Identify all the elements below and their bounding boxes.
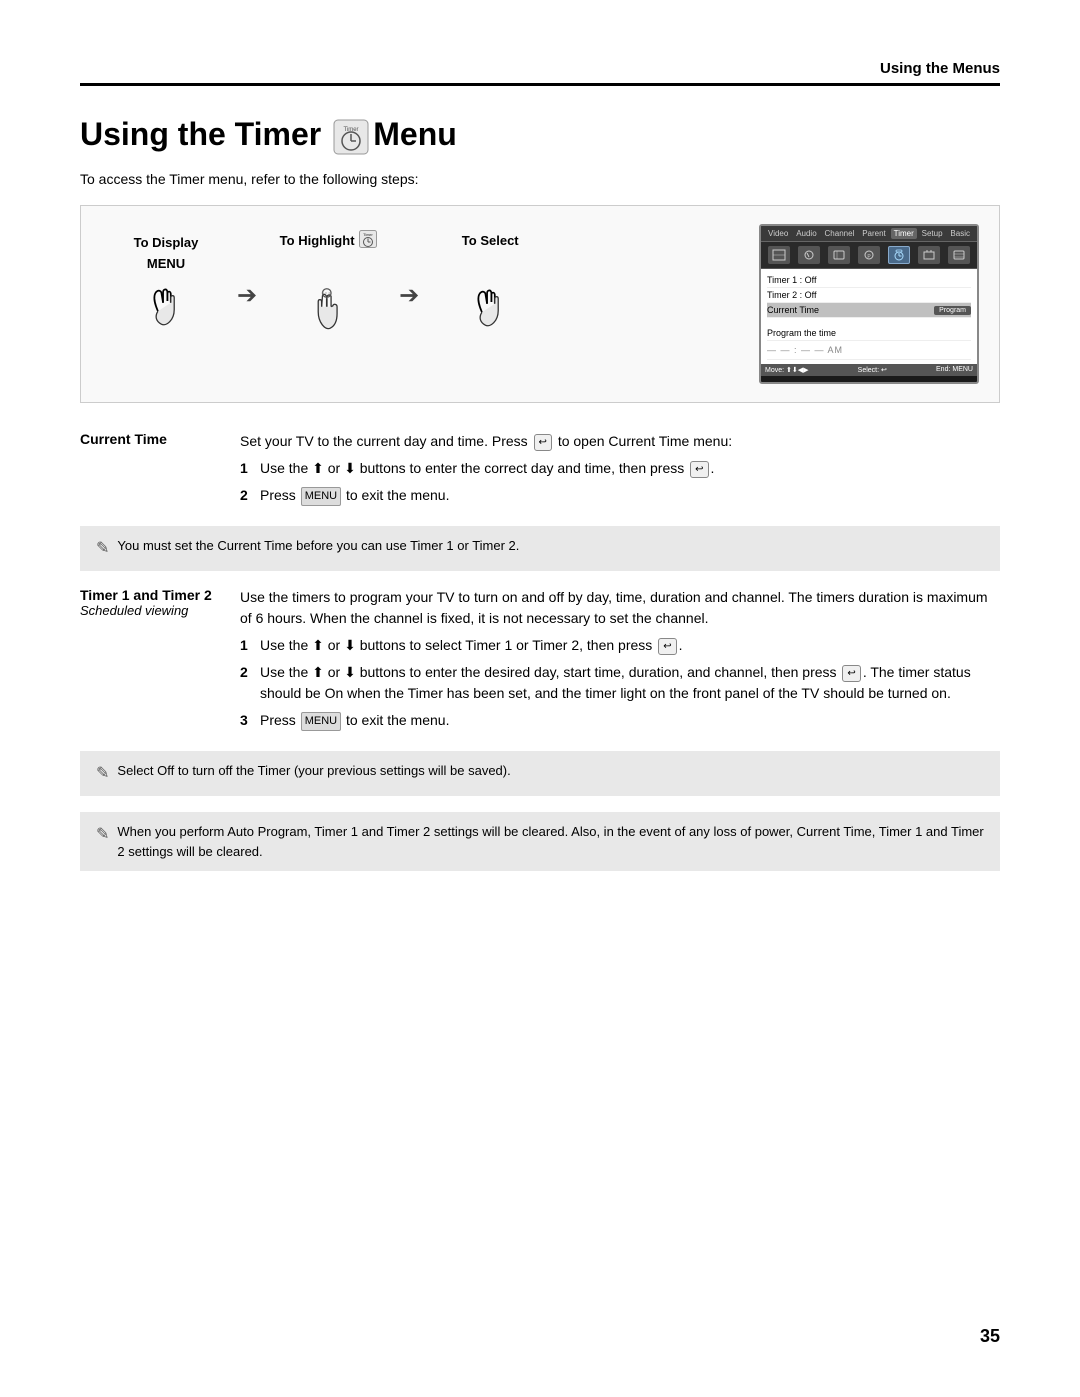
timer-body-text: Use the timers to program your TV to tur… [240, 587, 1000, 629]
note-box-1: ✎ You must set the Current Time before y… [80, 526, 1000, 571]
timer-section: Timer 1 and Timer 2 Scheduled viewing Us… [80, 587, 1000, 737]
tv-program-time-row: Program the time [767, 326, 971, 341]
timer-body: Use the timers to program your TV to tur… [240, 587, 1000, 737]
note3-icon: ✎ [96, 823, 109, 847]
tv-icon1 [768, 246, 790, 264]
tv-timer2-row: Timer 2 : Off [767, 288, 971, 303]
page-title-prefix: Using the Timer [80, 116, 321, 153]
note2-text: Select Off to turn off the Timer (your p… [117, 761, 510, 781]
tv-icon7 [948, 246, 970, 264]
note1-icon: ✎ [96, 537, 109, 561]
steps-box: To Display MENU ➔ To High [80, 205, 1000, 403]
tv-menu-bar: Video Audio Channel Parent Timer Setup B… [761, 226, 977, 242]
step2-label-row: To Highlight Timer [280, 230, 377, 251]
step2-label: To Highlight [280, 233, 355, 248]
menu-key1: MENU [301, 487, 341, 506]
timer-step3: 3 Press MENU to exit the menu. [240, 710, 1000, 731]
menu-label: MENU [147, 256, 185, 271]
tv-time-dashes: — — : — — AM [767, 345, 843, 355]
tv-menu-audio: Audio [793, 228, 819, 239]
tv-nav-select: Select: ↩ [858, 366, 887, 374]
enter-key3: ↩ [842, 665, 860, 682]
current-time-body-text: Set your TV to the current day and time.… [240, 431, 1000, 452]
tv-icon3 [828, 246, 850, 264]
header-bar: Using the Menus [80, 60, 1000, 86]
tv-content: Timer 1 : Off Timer 2 : Off Current Time… [761, 269, 977, 364]
tv-menu-timer: Timer [891, 228, 917, 239]
enter-key2: ↩ [658, 638, 676, 655]
timer-term: Timer 1 and Timer 2 Scheduled viewing [80, 587, 240, 618]
tv-menu-setup: Setup [919, 228, 946, 239]
tv-current-time-row: Current Time Program [767, 303, 971, 318]
note1-text: You must set the Current Time before you… [117, 536, 519, 556]
step2-column: To Highlight Timer [263, 230, 393, 341]
current-time-steps: 1 Use the ⬆ or ⬇ buttons to enter the co… [240, 458, 1000, 506]
current-time-step2: 2 Press MENU to exit the menu. [240, 485, 1000, 506]
tv-menu-basic: Basic [947, 228, 973, 239]
current-time-term: Current Time [80, 431, 240, 447]
note-box-3: ✎ When you perform Auto Program, Timer 1… [80, 812, 1000, 871]
intro-text: To access the Timer menu, refer to the f… [80, 171, 1000, 187]
current-time-section: Current Time Set your TV to the current … [80, 431, 1000, 512]
current-time-body: Set your TV to the current day and time.… [240, 431, 1000, 512]
tv-menu-channel: Channel [822, 228, 858, 239]
arrow2-icon: ➔ [399, 261, 419, 310]
tv-screen: Video Audio Channel Parent Timer Setup B… [759, 224, 979, 384]
tv-menu-parent: Parent [859, 228, 889, 239]
page-title-row: Using the Timer Timer Menu [80, 116, 1000, 153]
tv-icons-row: P [761, 242, 977, 269]
tv-icon4: P [858, 246, 880, 264]
step3-label: To Select [462, 233, 519, 248]
arrow1-icon: ➔ [237, 261, 257, 310]
tv-timer1-row: Timer 1 : Off [767, 273, 971, 288]
step1-column: To Display MENU [101, 235, 231, 337]
tv-icon6 [918, 246, 940, 264]
select-key-icon: ↩ [534, 434, 552, 451]
tv-icon5-timer [888, 246, 910, 264]
step1-label: To Display [134, 235, 199, 250]
tv-nav-end: End: MENU [936, 366, 973, 374]
timer-step2: 2 Use the ⬆ or ⬇ buttons to enter the de… [240, 662, 1000, 704]
menu-key2: MENU [301, 712, 341, 731]
tv-time-value-row: — — : — — AM [767, 341, 971, 360]
tv-icon2 [798, 246, 820, 264]
step3-label-row: To Select [462, 233, 519, 248]
tv-program-btn: Program [934, 306, 971, 315]
hand-select-icon [463, 278, 518, 338]
page-title-suffix: Menu [373, 116, 457, 153]
tv-current-time-label: Current Time [767, 305, 819, 315]
svg-text:Timer: Timer [363, 233, 373, 237]
note3-text: When you perform Auto Program, Timer 1 a… [117, 822, 984, 861]
steps-left: To Display MENU ➔ To High [101, 224, 739, 341]
steps-icons-row: To Display MENU ➔ To High [101, 230, 739, 341]
tv-spacer [767, 318, 971, 326]
step3-column: To Select [425, 233, 555, 338]
hand-press-icon [139, 277, 194, 337]
tv-program-time-label: Program the time [767, 328, 836, 338]
timer-step1: 1 Use the ⬆ or ⬇ buttons to select Timer… [240, 635, 1000, 656]
timer-small-icon: Timer [359, 230, 377, 251]
timer-steps: 1 Use the ⬆ or ⬇ buttons to select Timer… [240, 635, 1000, 731]
note2-icon: ✎ [96, 762, 109, 786]
timer-icon: Timer [333, 119, 369, 155]
tv-nav-move: Move: ⬆⬇◀▶ [765, 366, 809, 374]
timer-sub: Scheduled viewing [80, 603, 220, 618]
header-title: Using the Menus [880, 60, 1000, 77]
note-box-2: ✎ Select Off to turn off the Timer (your… [80, 751, 1000, 796]
current-time-step1: 1 Use the ⬆ or ⬇ buttons to enter the co… [240, 458, 1000, 479]
tv-nav-bar: Move: ⬆⬇◀▶ Select: ↩ End: MENU [761, 364, 977, 376]
page-number: 35 [980, 1326, 1000, 1347]
tv-menu-video: Video [765, 228, 791, 239]
step1-label-row: To Display [134, 235, 199, 250]
enter-key1: ↩ [690, 461, 708, 478]
hand-point-icon [301, 281, 356, 341]
